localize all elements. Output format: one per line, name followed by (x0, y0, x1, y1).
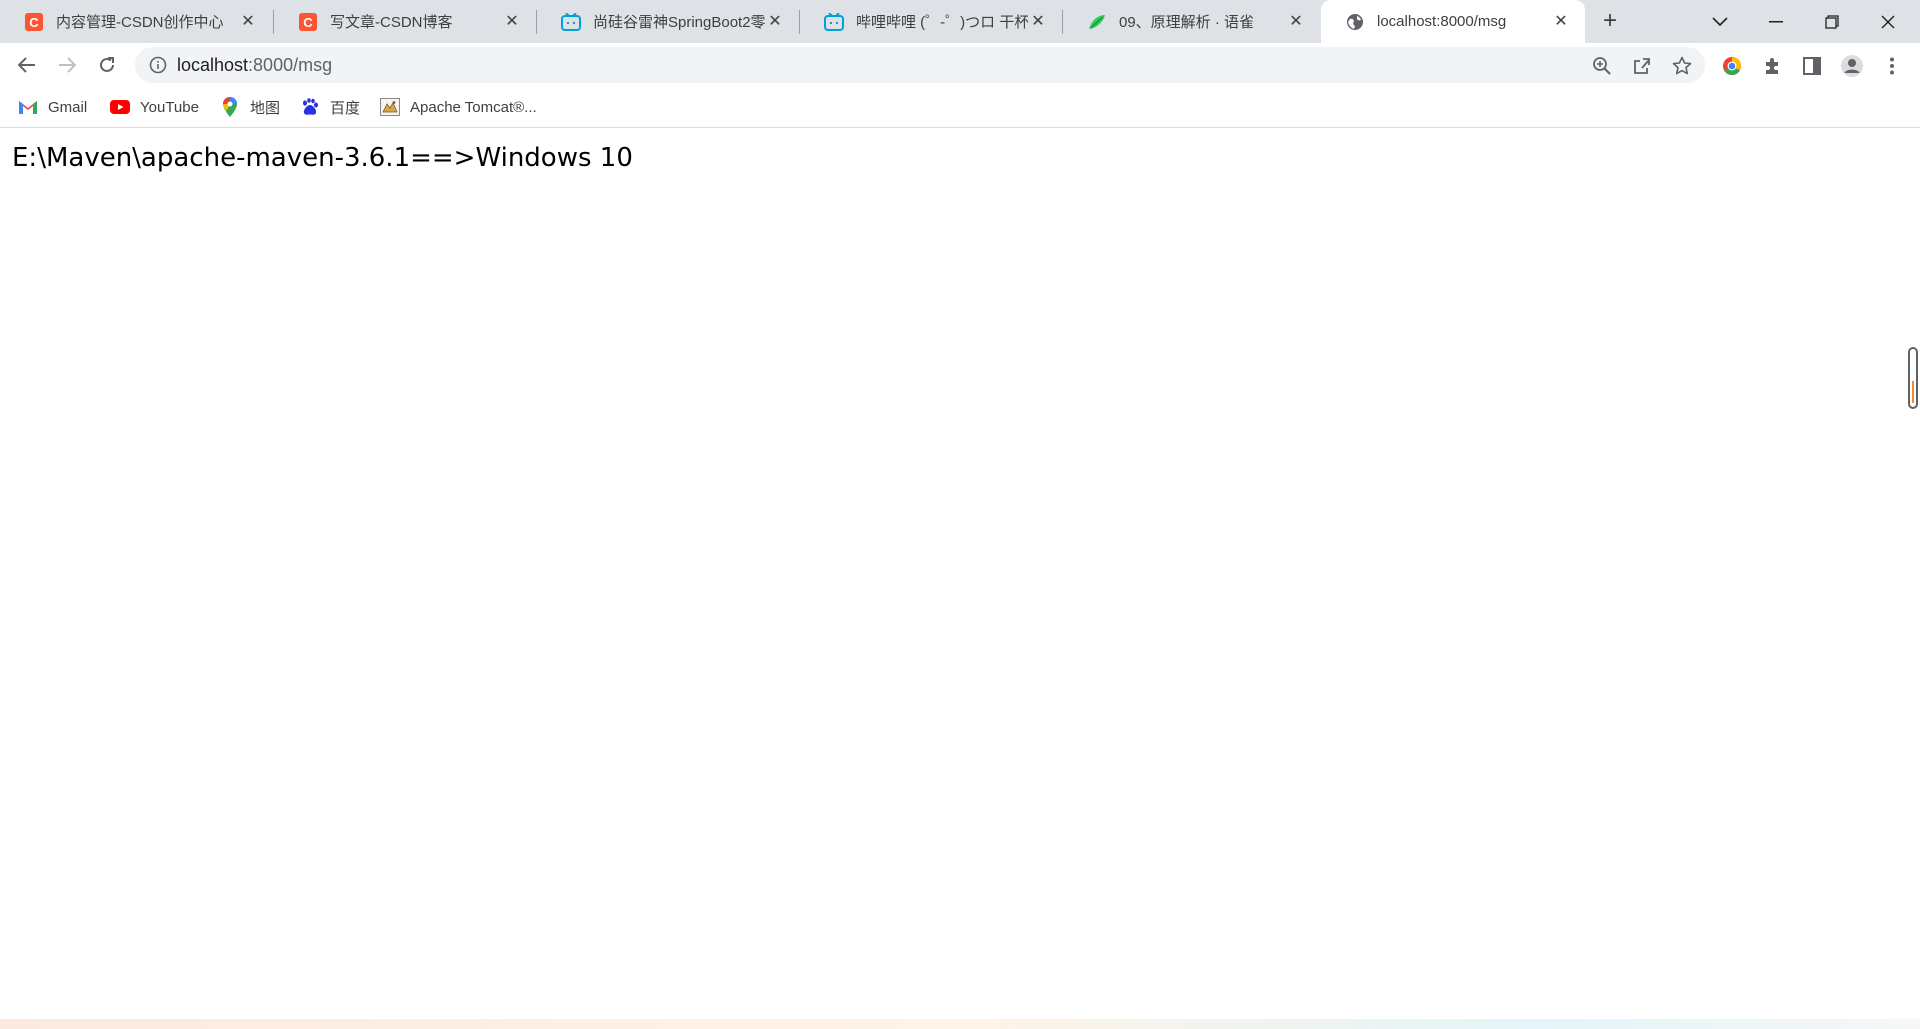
bookmark-label: Apache Tomcat®... (410, 98, 537, 116)
restore-button[interactable] (1804, 0, 1860, 43)
close-icon[interactable]: ✕ (1028, 12, 1048, 32)
tab-localhost-msg[interactable]: localhost:8000/msg ✕ (1321, 0, 1585, 43)
close-icon[interactable]: ✕ (1551, 12, 1571, 32)
globe-icon (1345, 12, 1365, 32)
close-icon[interactable]: ✕ (765, 12, 785, 32)
address-bar[interactable]: localhost:8000/msg (135, 47, 1705, 83)
tab-title: 写文章-CSDN博客 (330, 14, 453, 31)
maps-icon (220, 97, 240, 117)
tab-bilibili-springboot[interactable]: 尚硅谷雷神SpringBoot2零 ✕ (537, 0, 799, 43)
tab-title: 尚硅谷雷神SpringBoot2零 (593, 14, 765, 31)
svg-text:C: C (29, 15, 39, 30)
url-host: localhost (177, 55, 249, 75)
site-info-icon[interactable] (149, 56, 167, 74)
bookmark-label: Gmail (48, 98, 88, 116)
tab-search-chevron-icon[interactable] (1692, 0, 1748, 43)
scroll-accent (1912, 381, 1914, 403)
menu-kebab-icon[interactable] (1880, 54, 1904, 78)
browser-toolbar: localhost:8000/msg (0, 43, 1920, 86)
tab-title: 内容管理-CSDN创作中心 (56, 14, 224, 31)
profile-avatar-icon[interactable] (1840, 54, 1864, 78)
response-message: E:\Maven\apache-maven-3.6.1==>Windows 10 (12, 143, 633, 173)
zoom-icon[interactable] (1591, 55, 1613, 77)
url-text[interactable]: localhost:8000/msg (177, 55, 332, 76)
close-window-button[interactable] (1860, 0, 1916, 43)
bookmark-gmail[interactable]: Gmail (18, 96, 87, 118)
bookmarks-bar: Gmail YouTube 地图 百度 Apache Tomcat®... (0, 86, 1920, 128)
bookmark-label: 地图 (250, 99, 281, 117)
close-icon[interactable]: ✕ (502, 12, 522, 32)
svg-text:C: C (303, 15, 313, 30)
tab-strip: C 内容管理-CSDN创作中心 ✕ C 写文章-CSDN博客 ✕ 尚硅谷雷神Sp… (0, 0, 1920, 43)
baidu-icon (300, 97, 320, 117)
reload-button[interactable] (92, 50, 122, 80)
share-icon[interactable] (1631, 55, 1653, 77)
tab-csdn-content[interactable]: C 内容管理-CSDN创作中心 ✕ (0, 0, 272, 43)
scroll-handle[interactable] (1908, 347, 1918, 409)
bookmark-maps[interactable]: 地图 (220, 96, 280, 118)
url-path: :8000/msg (248, 55, 333, 75)
close-icon[interactable]: ✕ (1286, 12, 1306, 32)
minimize-button[interactable] (1748, 0, 1804, 43)
tab-bilibili-home[interactable]: 哔哩哔哩 (゜-゜)つロ 干杯~ ✕ (800, 0, 1062, 43)
bookmark-label: 百度 (330, 99, 361, 117)
yuque-icon (1087, 12, 1107, 32)
youtube-icon (110, 97, 130, 117)
csdn-icon: C (24, 12, 44, 32)
bookmark-baidu[interactable]: 百度 (300, 96, 360, 118)
tab-title: 09、原理解析 · 语雀 (1119, 14, 1255, 31)
tab-title: 哔哩哔哩 (゜-゜)つロ 干杯~ (856, 14, 1028, 31)
side-panel-icon[interactable] (1800, 54, 1824, 78)
close-icon[interactable]: ✕ (238, 12, 258, 32)
bookmark-youtube[interactable]: YouTube (110, 96, 199, 118)
csdn-icon: C (298, 12, 318, 32)
page-content: E:\Maven\apache-maven-3.6.1==>Windows 10 (0, 129, 1920, 1019)
back-button[interactable] (12, 50, 42, 80)
extensions-puzzle-icon[interactable] (1760, 54, 1784, 78)
new-tab-button[interactable]: + (1597, 9, 1623, 35)
bilibili-icon (561, 12, 581, 32)
gmail-icon (18, 97, 38, 117)
bookmark-label: YouTube (140, 98, 199, 116)
tomcat-icon (380, 97, 400, 117)
bookmark-tomcat[interactable]: Apache Tomcat®... (380, 96, 537, 118)
chrome-extension-icon[interactable] (1720, 54, 1744, 78)
bookmark-star-icon[interactable] (1671, 55, 1693, 77)
tab-csdn-write[interactable]: C 写文章-CSDN博客 ✕ (274, 0, 536, 43)
tab-title: localhost:8000/msg (1377, 13, 1507, 30)
taskbar-edge (0, 1019, 1920, 1029)
forward-button[interactable] (52, 50, 82, 80)
bilibili-icon (824, 12, 844, 32)
tab-yuque[interactable]: 09、原理解析 · 语雀 ✕ (1063, 0, 1320, 43)
